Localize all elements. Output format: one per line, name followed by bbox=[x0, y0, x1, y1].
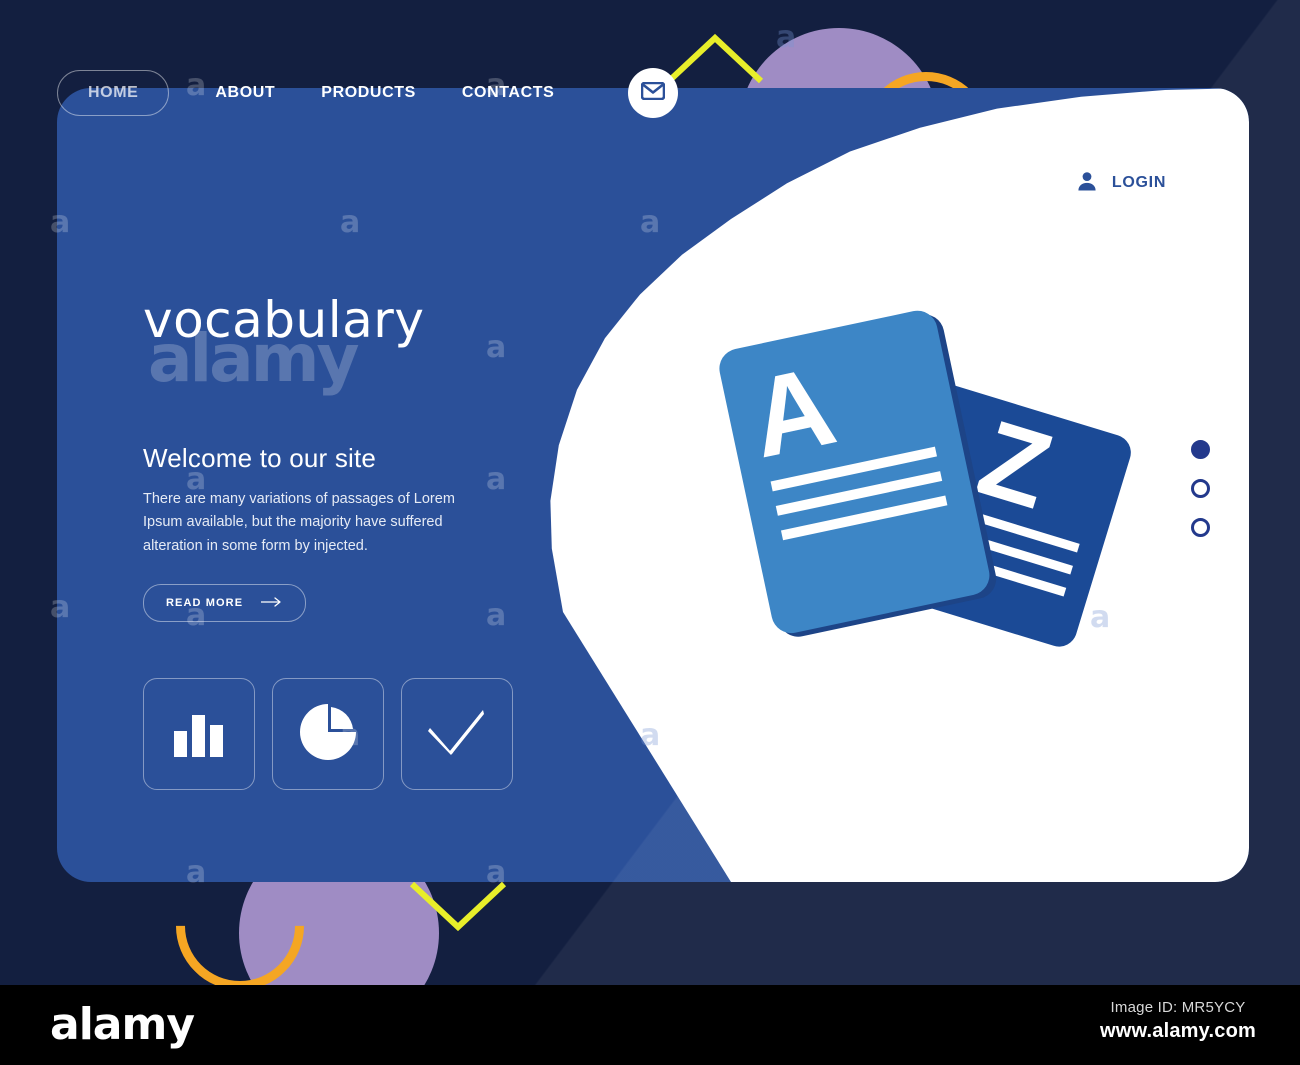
feature-tile-bar-chart[interactable] bbox=[143, 678, 255, 790]
arrow-right-icon bbox=[261, 594, 283, 612]
mail-button[interactable] bbox=[628, 68, 679, 118]
nav-item-home[interactable]: HOME bbox=[57, 70, 170, 116]
page-title: vocabulary bbox=[143, 291, 425, 349]
pie-chart-icon bbox=[300, 703, 356, 765]
flashcard-front: A bbox=[719, 310, 990, 634]
nav-item-about[interactable]: ABOUT bbox=[215, 84, 275, 102]
carousel-dots bbox=[1191, 440, 1210, 537]
login-label: LOGIN bbox=[1111, 174, 1167, 191]
alamy-url: www.alamy.com bbox=[1100, 1020, 1256, 1042]
nav-item-contacts[interactable]: CONTACTS bbox=[462, 84, 555, 102]
feature-tile-pie-chart[interactable] bbox=[272, 678, 384, 790]
nav-item-products[interactable]: PRODUCTS bbox=[321, 84, 416, 102]
carousel-dot-1[interactable] bbox=[1191, 440, 1210, 459]
alamy-logo: alamy bbox=[50, 999, 195, 1050]
hero-section: vocabulary Welcome to our site There are… bbox=[143, 291, 543, 623]
carousel-dot-3[interactable] bbox=[1191, 518, 1210, 537]
envelope-icon bbox=[641, 81, 666, 105]
check-icon bbox=[428, 709, 486, 760]
carousel-dot-2[interactable] bbox=[1191, 479, 1210, 498]
footer-meta: Image ID: MR5YCY www.alamy.com bbox=[1078, 999, 1278, 1043]
user-icon bbox=[1076, 170, 1098, 197]
read-more-button[interactable]: READ MORE bbox=[143, 584, 307, 623]
image-id-label: Image ID: MR5YCY bbox=[1110, 999, 1246, 1016]
feature-tile-check[interactable] bbox=[401, 678, 513, 790]
read-more-label: READ MORE bbox=[166, 597, 244, 610]
decorative-chevron-bottom bbox=[408, 880, 508, 932]
bar-chart-icon bbox=[172, 707, 226, 762]
flashcards-illustration: Z A bbox=[690, 280, 1190, 750]
alamy-footer: alamy Image ID: MR5YCY www.alamy.com bbox=[0, 985, 1300, 1065]
decorative-chevron-top bbox=[665, 33, 765, 85]
login-button[interactable]: LOGIN bbox=[1045, 158, 1197, 208]
hero-body-text: There are many variations of passages of… bbox=[143, 491, 455, 554]
hero-subtitle: Welcome to our site bbox=[143, 443, 377, 473]
stock-photo-stage: HOME ABOUT PRODUCTS CONTACTS LOGIN vocab… bbox=[0, 0, 1300, 985]
feature-tiles bbox=[143, 678, 513, 790]
top-navigation: HOME ABOUT PRODUCTS CONTACTS bbox=[57, 68, 679, 118]
